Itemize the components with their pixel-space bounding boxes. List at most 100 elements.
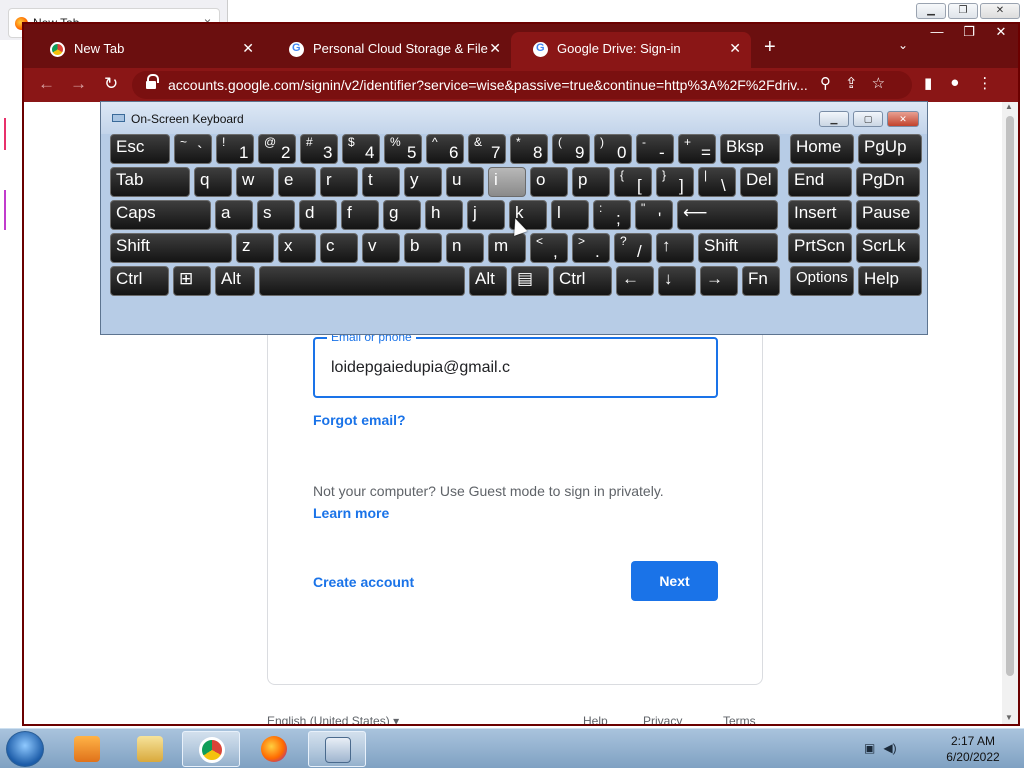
key-o[interactable]: o <box>530 167 568 197</box>
key-⟵[interactable]: ⟵ <box>677 200 778 230</box>
key-9[interactable]: (9 <box>552 134 590 164</box>
key-→[interactable]: → <box>700 266 738 296</box>
maximize-button[interactable]: ❐ <box>948 3 978 19</box>
taskbar-file-explorer[interactable] <box>121 731 179 767</box>
maximize-button[interactable]: ▢ <box>853 111 883 127</box>
key-][interactable]: }] <box>656 167 694 197</box>
key-pause[interactable]: Pause <box>856 200 920 230</box>
key-8[interactable]: * 8 <box>510 134 548 164</box>
key-esc[interactable]: Esc <box>110 134 170 164</box>
taskbar-firefox[interactable] <box>245 731 303 767</box>
key-i[interactable]: i <box>488 167 526 197</box>
key-r[interactable]: r <box>320 167 358 197</box>
key-f[interactable]: f <box>341 200 379 230</box>
start-button[interactable] <box>6 731 44 767</box>
minimize-button[interactable]: ▁ <box>916 3 946 19</box>
key-,[interactable]: <, <box>530 233 568 263</box>
scroll-down-icon[interactable]: ▼ <box>1005 713 1013 722</box>
key-2[interactable]: @2 <box>258 134 296 164</box>
network-icon[interactable]: ▣ <box>864 741 875 755</box>
volume-icon[interactable]: ◀) <box>883 741 896 755</box>
key-b[interactable]: b <box>404 233 442 263</box>
key-m[interactable]: m <box>488 233 526 263</box>
scroll-up-icon[interactable]: ▲ <box>1005 102 1013 111</box>
key-x[interactable]: x <box>278 233 316 263</box>
bookmark-star-icon[interactable]: ☆ <box>872 74 885 92</box>
tab-new-tab[interactable]: New Tab ✕ <box>28 32 264 68</box>
key-ctrl[interactable]: Ctrl <box>110 266 169 296</box>
key-shift[interactable]: Shift <box>698 233 778 263</box>
key-l[interactable]: l <box>551 200 589 230</box>
key-s[interactable]: s <box>257 200 295 230</box>
key-4[interactable]: $4 <box>342 134 380 164</box>
key-t[interactable]: t <box>362 167 400 197</box>
key-1[interactable]: ! 1 <box>216 134 254 164</box>
key-end[interactable]: End <box>788 167 852 197</box>
key-caps[interactable]: Caps <box>110 200 211 230</box>
key-←[interactable]: ← <box>616 266 654 296</box>
clock[interactable]: 2:17 AM 6/20/2022 <box>940 733 1006 765</box>
key-`[interactable]: ~ ` <box>174 134 212 164</box>
key-c[interactable]: c <box>320 233 358 263</box>
minimize-button[interactable]: — <box>926 24 948 40</box>
key-g[interactable]: g <box>383 200 421 230</box>
side-panel-icon[interactable]: ▮ <box>924 74 932 92</box>
key-y[interactable]: y <box>404 167 442 197</box>
key-↓[interactable]: ↓ <box>658 266 696 296</box>
key-help[interactable]: Help <box>858 266 922 296</box>
lock-icon[interactable] <box>146 74 159 89</box>
key-tab[interactable]: Tab <box>110 167 190 197</box>
create-account-link[interactable]: Create account <box>313 574 414 590</box>
tab-personal-cloud-storage[interactable]: Personal Cloud Storage & File Sh ✕ <box>267 32 511 68</box>
close-tab-icon[interactable]: ✕ <box>242 40 254 57</box>
key-e[interactable]: e <box>278 167 316 197</box>
tab-google-drive-sign-in[interactable]: Google Drive: Sign-in ✕ <box>511 32 751 68</box>
osk-title-bar[interactable]: On-Screen Keyboard ▁ ▢ ✕ <box>101 102 927 134</box>
close-button[interactable]: ✕ <box>887 111 919 127</box>
zoom-icon[interactable]: ⚲ <box>820 74 831 92</box>
address-bar[interactable]: accounts.google.com/signin/v2/identifier… <box>132 71 912 99</box>
close-tab-icon[interactable]: ✕ <box>489 40 501 57</box>
new-tab-button[interactable]: + <box>764 36 776 59</box>
reload-button[interactable]: ↻ <box>104 74 118 94</box>
key-a[interactable]: a <box>215 200 253 230</box>
key-alt[interactable]: Alt <box>469 266 507 296</box>
minimize-button[interactable]: ▁ <box>819 111 849 127</box>
forgot-email-link[interactable]: Forgot email? <box>313 412 406 428</box>
language-selector[interactable]: English (United States) ▾ <box>267 714 399 724</box>
key-3[interactable]: #3 <box>300 134 338 164</box>
key-space[interactable] <box>259 266 465 296</box>
taskbar-on-screen-keyboard[interactable] <box>308 731 366 767</box>
key-5[interactable]: % 5 <box>384 134 422 164</box>
help-link[interactable]: Help <box>583 714 608 724</box>
key-pgup[interactable]: PgUp <box>858 134 922 164</box>
key-ctrl[interactable]: Ctrl <box>553 266 612 296</box>
close-button[interactable]: ✕ <box>980 3 1020 19</box>
key-scrlk[interactable]: ScrLk <box>856 233 920 263</box>
key-w[interactable]: w <box>236 167 274 197</box>
key-options[interactable]: Options <box>790 266 854 296</box>
privacy-link[interactable]: Privacy <box>643 714 682 724</box>
key-pgdn[interactable]: PgDn <box>856 167 920 197</box>
key-bksp[interactable]: Bksp <box>720 134 780 164</box>
close-tab-icon[interactable]: ✕ <box>729 40 741 57</box>
key--[interactable]: -- <box>636 134 674 164</box>
key-▤[interactable]: ▤ <box>511 266 549 296</box>
key-insert[interactable]: Insert <box>788 200 852 230</box>
key-0[interactable]: ) 0 <box>594 134 632 164</box>
key-↑[interactable]: ↑ <box>656 233 694 263</box>
taskbar-chrome[interactable] <box>182 731 240 767</box>
scrollbar-thumb[interactable] <box>1006 116 1014 676</box>
key-6[interactable]: ^ 6 <box>426 134 464 164</box>
key-h[interactable]: h <box>425 200 463 230</box>
key-.[interactable]: >. <box>572 233 610 263</box>
key-7[interactable]: & 7 <box>468 134 506 164</box>
restore-button[interactable]: ❐ <box>958 24 980 40</box>
terms-link[interactable]: Terms <box>723 714 756 724</box>
share-icon[interactable]: ⇪ <box>845 74 858 92</box>
next-button[interactable]: Next <box>631 561 718 601</box>
key-u[interactable]: u <box>446 167 484 197</box>
key-z[interactable]: z <box>236 233 274 263</box>
page-scrollbar[interactable]: ▲ ▼ <box>1002 102 1018 724</box>
taskbar-media-player[interactable] <box>58 731 116 767</box>
